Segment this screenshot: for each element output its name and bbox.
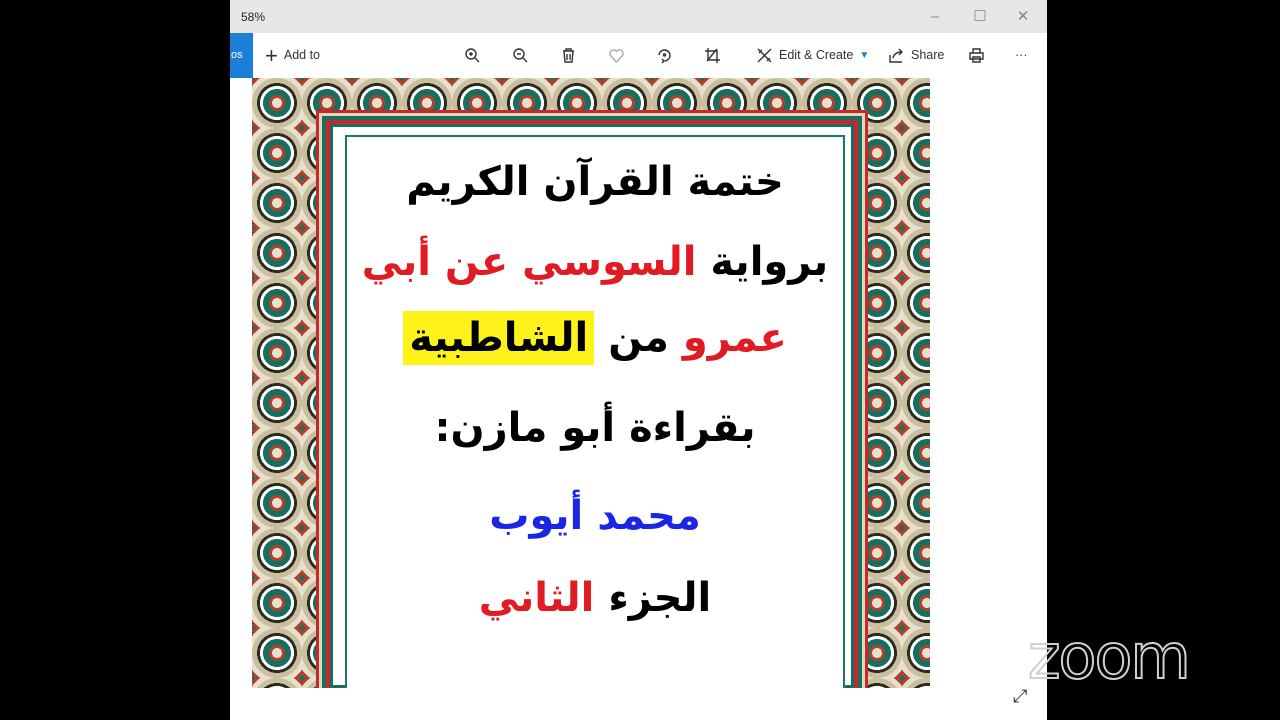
maximize-button[interactable]: ☐ bbox=[965, 6, 995, 28]
zoom-level: 58% bbox=[241, 10, 266, 24]
back-to-photos-button[interactable]: os bbox=[230, 33, 253, 78]
part-line: الجزء الثاني bbox=[347, 575, 843, 621]
edit-create-label: Edit & Create bbox=[779, 48, 854, 62]
reciter-label-line: بقراءة أبو مازن: bbox=[434, 405, 756, 451]
crop-icon bbox=[705, 48, 720, 63]
rotate-icon bbox=[658, 49, 671, 64]
minimize-button[interactable]: – bbox=[920, 6, 950, 28]
photos-window: 58% – ☐ ✕ os + Add to Edit & Create ▼ Sh… bbox=[230, 0, 1047, 720]
share-button[interactable]: Share bbox=[888, 33, 944, 78]
delete-button[interactable] bbox=[560, 33, 577, 78]
fullscreen-expand-icon[interactable]: ⤢ bbox=[1013, 686, 1027, 707]
narrator-text: السوسي عن أبي bbox=[361, 239, 697, 285]
reciter-name: محمد أيوب bbox=[489, 493, 701, 539]
photo-viewer: ختمة القرآن الكريم برواية السوسي عن أبي … bbox=[252, 78, 930, 688]
zoom-out-icon bbox=[513, 48, 528, 63]
add-to-label: Add to bbox=[283, 48, 320, 62]
zoom-in-icon bbox=[465, 48, 480, 63]
share-icon bbox=[889, 48, 903, 63]
close-button[interactable]: ✕ bbox=[1008, 6, 1038, 28]
title-line: ختمة القرآن الكريم bbox=[406, 159, 784, 205]
amr-text: عمرو bbox=[682, 315, 787, 361]
zoom-out-button[interactable] bbox=[512, 33, 529, 78]
shatibiyya-highlight: الشاطبية bbox=[403, 311, 595, 365]
add-to-button[interactable]: + Add to bbox=[265, 33, 320, 78]
crop-button[interactable] bbox=[704, 33, 721, 78]
title-bar: 58% – ☐ ✕ bbox=[230, 0, 1047, 33]
favorite-button[interactable] bbox=[608, 33, 625, 78]
edit-create-icon bbox=[757, 48, 772, 63]
heart-icon bbox=[609, 49, 624, 64]
part-number: الثاني bbox=[478, 575, 595, 621]
chevron-down-icon: ▼ bbox=[859, 50, 870, 61]
part-label: الجزء bbox=[608, 575, 712, 621]
source-line: عمرو من الشاطبية bbox=[347, 311, 843, 365]
rotate-button[interactable] bbox=[656, 33, 673, 78]
edit-create-button[interactable]: Edit & Create ▼ bbox=[756, 33, 869, 78]
riwaya-line: برواية السوسي عن أبي bbox=[347, 239, 843, 285]
printer-icon bbox=[969, 48, 984, 63]
more-options-button[interactable]: ··· bbox=[1015, 33, 1028, 78]
print-button[interactable] bbox=[968, 33, 985, 78]
plus-icon: + bbox=[265, 43, 278, 68]
min-text: من bbox=[608, 315, 669, 361]
toolbar: os + Add to Edit & Create ▼ Share ··· bbox=[230, 33, 1047, 78]
title-card: ختمة القرآن الكريم برواية السوسي عن أبي … bbox=[345, 135, 845, 688]
share-label: Share bbox=[911, 48, 945, 62]
riwaya-text: برواية bbox=[710, 239, 829, 285]
zoom-in-button[interactable] bbox=[464, 33, 481, 78]
trash-icon bbox=[563, 48, 574, 63]
zoom-watermark: zoom bbox=[1027, 619, 1192, 694]
